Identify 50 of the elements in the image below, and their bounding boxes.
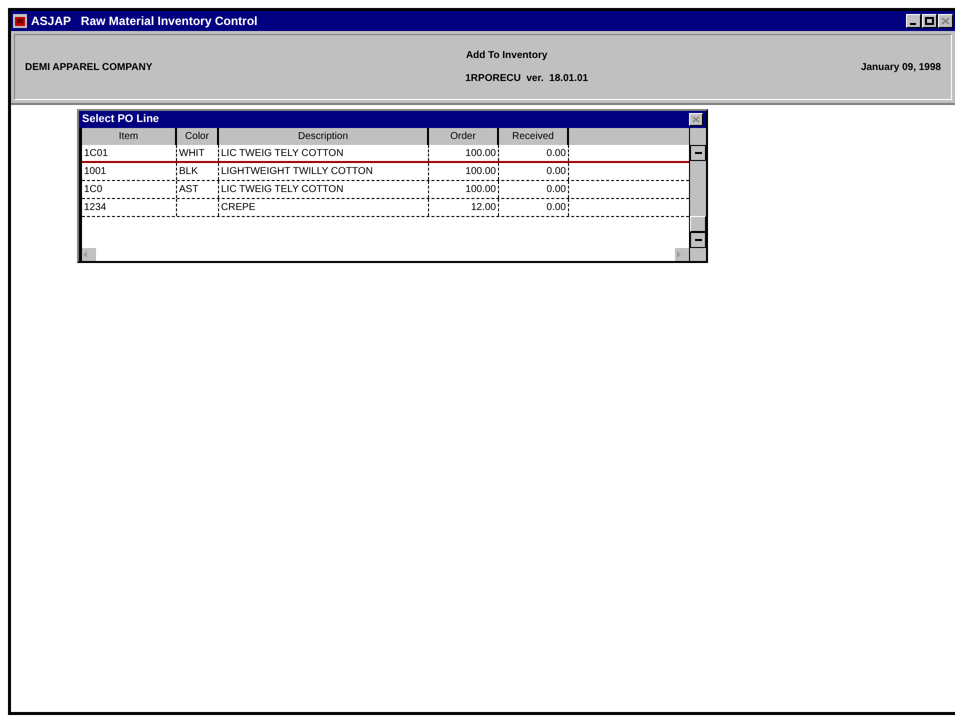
minimize-button[interactable] bbox=[906, 14, 921, 28]
close-button[interactable] bbox=[689, 113, 703, 126]
column-header[interactable]: Order bbox=[429, 128, 499, 145]
table-cell: 100.00 bbox=[465, 184, 496, 195]
table-cell: 0.00 bbox=[546, 148, 566, 159]
vertical-scrollbar[interactable] bbox=[689, 128, 706, 261]
table-row[interactable]: 1C0 AST LIC TWEIG TELY COTTON 100.00 0.00 bbox=[82, 181, 689, 199]
maximize-button[interactable] bbox=[922, 14, 937, 28]
table-cell: 0.00 bbox=[546, 166, 566, 177]
minus-icon bbox=[694, 239, 702, 241]
table-cell: 1001 bbox=[84, 166, 106, 177]
scroll-thumb[interactable] bbox=[690, 216, 706, 232]
right-arrow-icon bbox=[675, 250, 682, 258]
table-cell: LIC TWEIG TELY COTTON bbox=[221, 184, 344, 195]
close-button[interactable] bbox=[938, 14, 953, 28]
table-cell: 0.00 bbox=[546, 202, 566, 213]
table-cell: 1C01 bbox=[84, 148, 108, 159]
program-version: 1RPORECU ver. 18.01.01 bbox=[464, 72, 588, 86]
table-cell: 1C0 bbox=[84, 184, 102, 195]
maximize-icon bbox=[925, 17, 934, 25]
table-cell: BLK bbox=[179, 166, 198, 177]
screen-title: Add To Inventory bbox=[466, 49, 548, 63]
table-row[interactable]: 1234 CREPE 12.00 0.00 bbox=[82, 199, 689, 217]
table-cell: CREPE bbox=[221, 202, 256, 213]
scroll-right-button[interactable] bbox=[675, 248, 689, 260]
close-icon bbox=[941, 17, 950, 25]
table-cell: 100.00 bbox=[465, 166, 496, 177]
column-header[interactable]: Item bbox=[82, 128, 177, 145]
app-icon bbox=[13, 14, 27, 28]
window-title: ASJAP Raw Material Inventory Control bbox=[31, 13, 258, 30]
table-cell: WHIT bbox=[179, 148, 205, 159]
table-cell: 100.00 bbox=[465, 148, 496, 159]
table-cell: 1234 bbox=[84, 202, 106, 213]
column-header[interactable]: Received bbox=[499, 128, 569, 145]
table-cell: LIGHTWEIGHT TWILLY COTTON bbox=[221, 166, 373, 177]
company-name: DEMI APPAREL COMPANY bbox=[25, 60, 152, 74]
table-cell: 12.00 bbox=[470, 202, 496, 213]
date-label: January 09, 1998 bbox=[860, 60, 941, 74]
dialog-title: Select PO Line bbox=[82, 112, 160, 128]
table-cell: 0.00 bbox=[546, 184, 566, 195]
scroll-left-button[interactable] bbox=[82, 248, 96, 260]
column-header[interactable]: Color bbox=[177, 128, 219, 145]
left-arrow-icon bbox=[82, 250, 89, 258]
table-row[interactable]: 1C01 WHIT LIC TWEIG TELY COTTON 100.00 0.00 bbox=[82, 145, 689, 163]
table-row[interactable]: 1001 BLK LIGHTWEIGHT TWILLY COTTON 100.00 0.00 bbox=[82, 163, 689, 181]
close-icon bbox=[692, 116, 700, 123]
table-cell: LIC TWEIG TELY COTTON bbox=[221, 148, 344, 159]
column-header[interactable]: Description bbox=[219, 128, 429, 145]
table-cell: AST bbox=[179, 184, 198, 195]
minus-icon bbox=[694, 152, 702, 154]
